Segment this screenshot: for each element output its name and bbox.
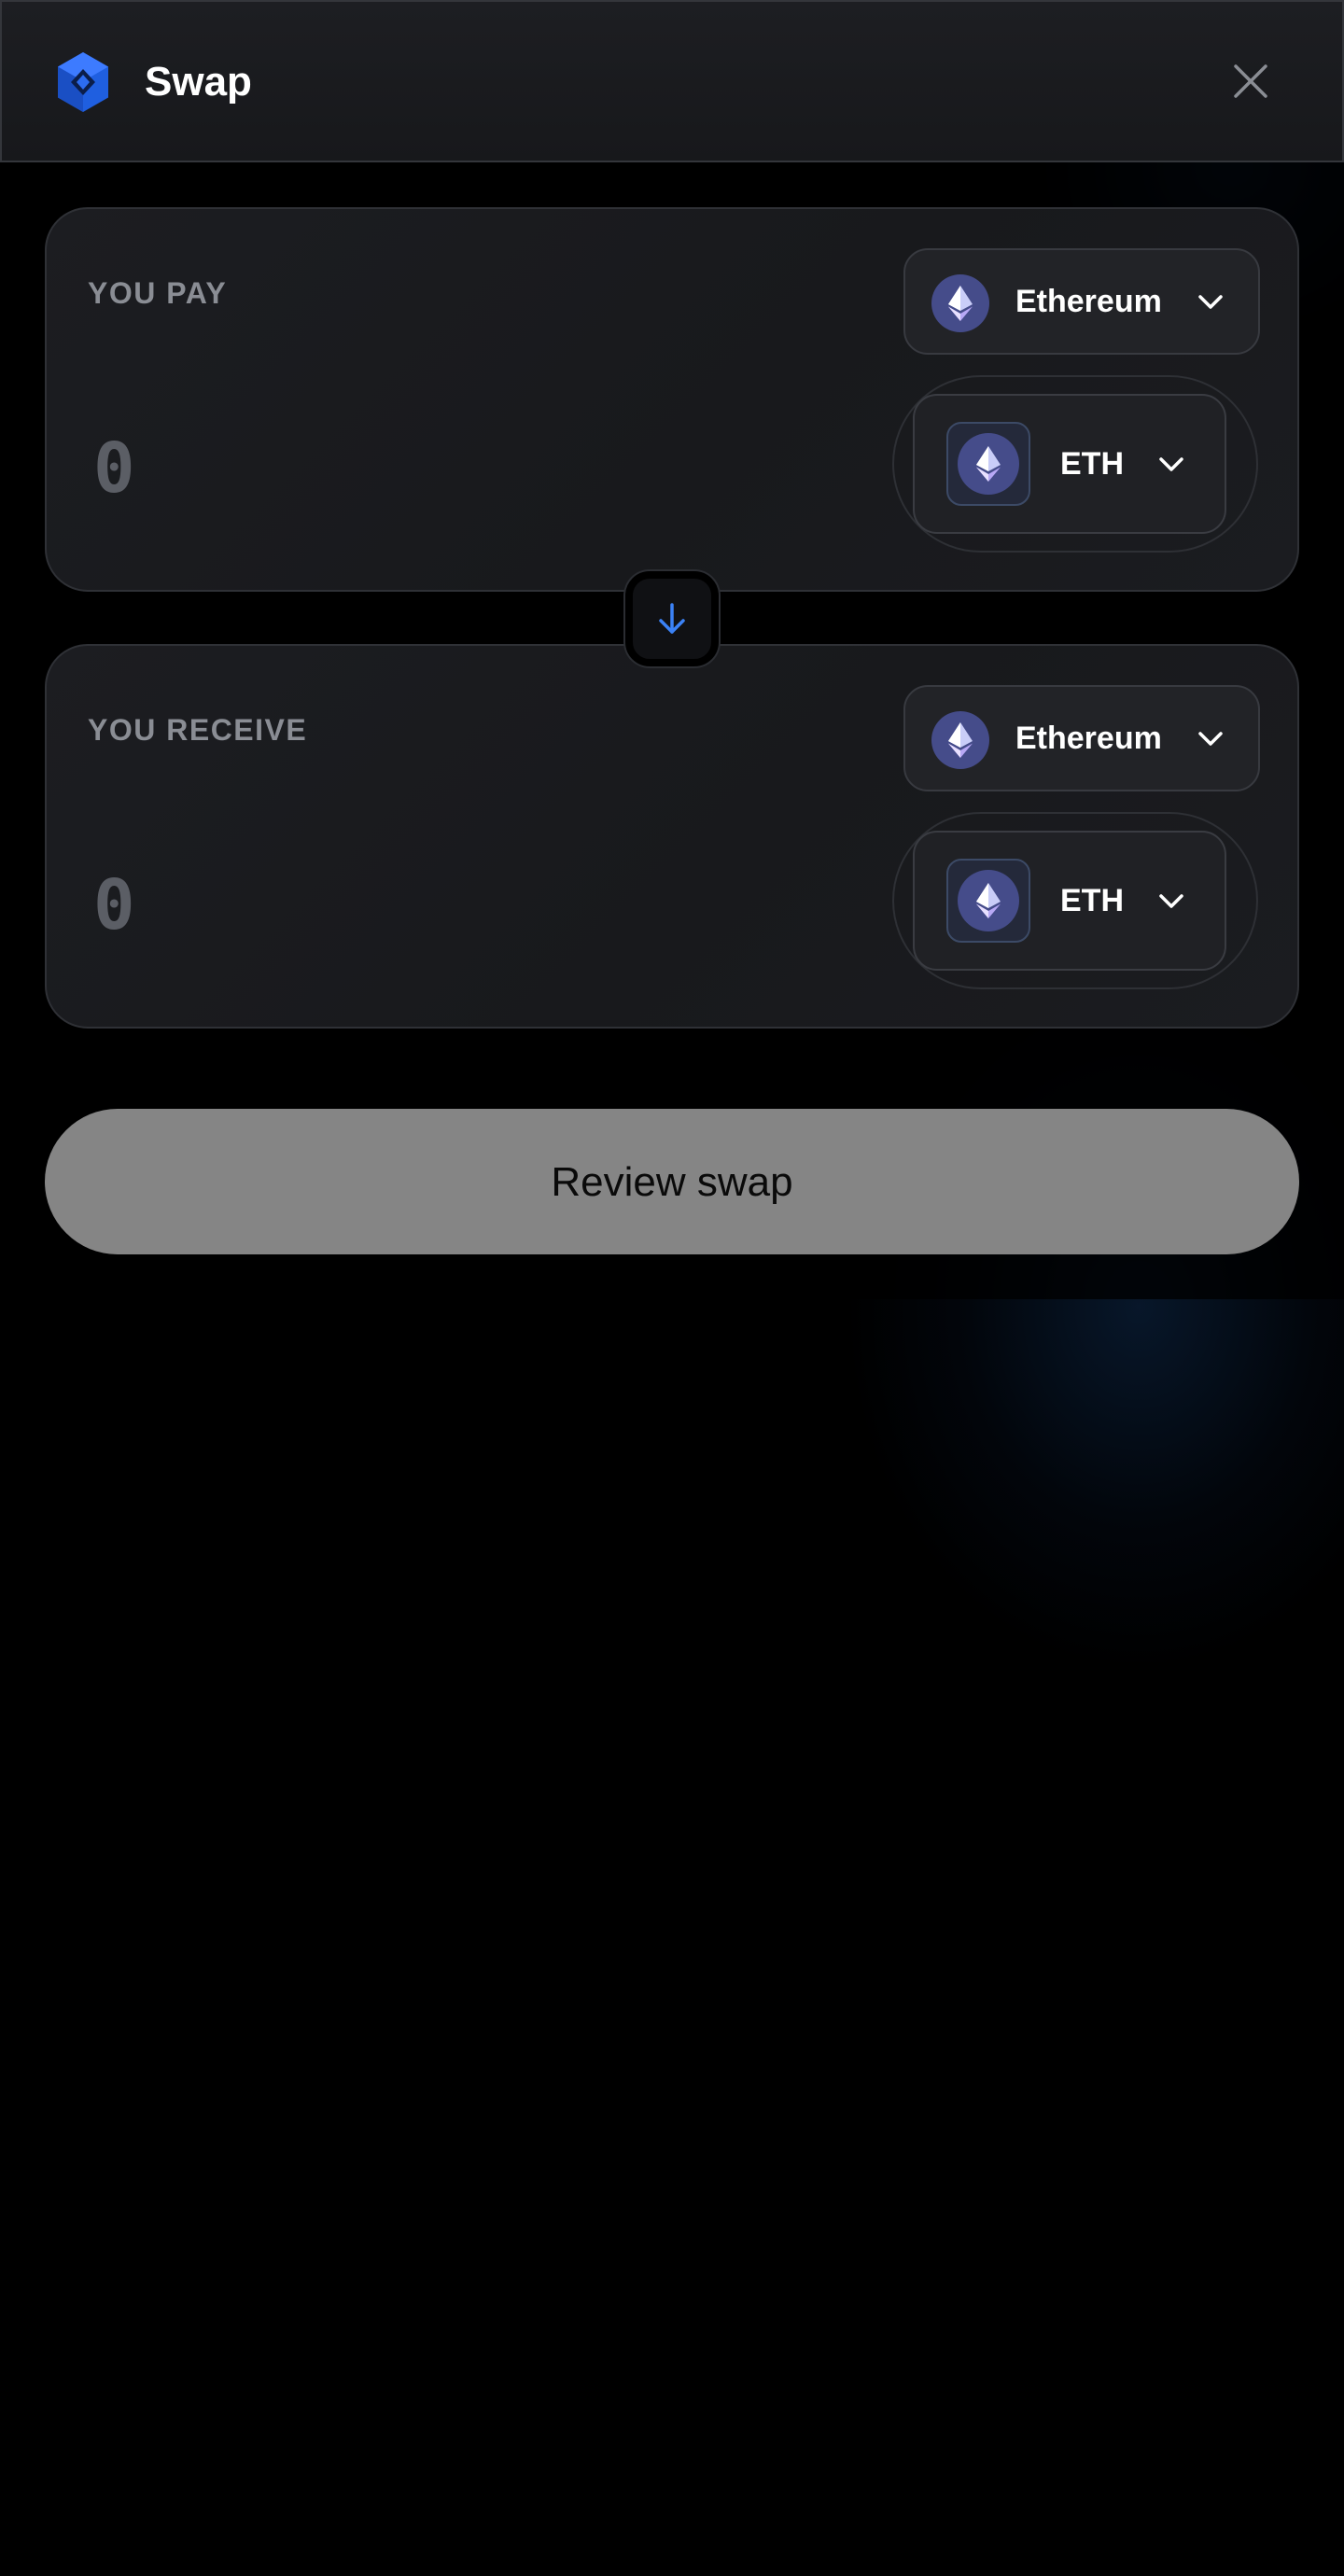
pay-chain-name: Ethereum xyxy=(1015,284,1162,319)
pay-chain-select[interactable]: Ethereum xyxy=(903,248,1260,355)
receive-label: YOU RECEIVE xyxy=(88,713,308,747)
receive-chain-select[interactable]: Ethereum xyxy=(903,685,1260,791)
token-icon-frame xyxy=(946,859,1030,943)
pay-label: YOU PAY xyxy=(88,276,228,310)
close-button[interactable] xyxy=(1225,55,1277,107)
ethereum-icon xyxy=(931,711,989,769)
pay-token-select[interactable]: ETH xyxy=(913,394,1226,534)
chevron-down-icon xyxy=(1159,457,1183,471)
page-title: Swap xyxy=(145,59,252,105)
switch-direction-button[interactable] xyxy=(625,571,719,666)
chevron-down-icon xyxy=(1159,894,1183,908)
receive-token-name: ETH xyxy=(1060,883,1124,918)
ethereum-icon xyxy=(931,274,989,332)
receive-token-select[interactable]: ETH xyxy=(913,831,1226,971)
hexagon-logo-icon xyxy=(54,50,112,114)
pay-card: YOU PAY Ethereum 0 ETH xyxy=(45,207,1299,592)
eth-token-icon xyxy=(958,433,1019,495)
eth-token-icon xyxy=(958,870,1019,931)
receive-amount-input[interactable]: 0 xyxy=(93,859,135,952)
receive-card: YOU RECEIVE Ethereum 0 ETH xyxy=(45,644,1299,1029)
arrow-down-icon xyxy=(659,603,685,634)
swap-modal: Swap YOU PAY Ethereum 0 ETH YOU RECEIVE … xyxy=(0,0,1344,1299)
modal-header: Swap xyxy=(0,0,1344,162)
close-icon xyxy=(1234,64,1267,98)
pay-token-name: ETH xyxy=(1060,446,1124,482)
chevron-down-icon xyxy=(1198,295,1223,309)
chevron-down-icon xyxy=(1198,732,1223,746)
pay-amount-input[interactable]: 0 xyxy=(93,422,135,515)
receive-chain-name: Ethereum xyxy=(1015,721,1162,756)
token-icon-frame xyxy=(946,422,1030,506)
review-swap-button[interactable]: Review swap xyxy=(45,1109,1299,1254)
